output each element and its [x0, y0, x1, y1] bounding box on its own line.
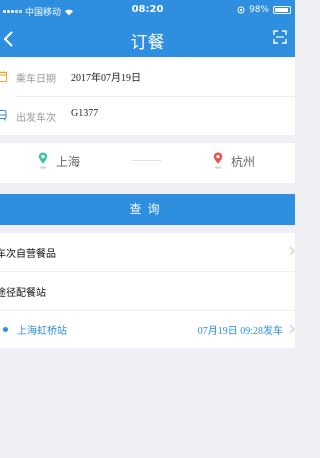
form-card: 乘车日期 2017年07月19日 出发车次 G1377	[0, 57, 295, 135]
app-header: 中国移动 08:20 98% 订餐	[0, 0, 295, 57]
stations-header-label: 途径配餐站	[0, 288, 46, 299]
orientation-lock-icon	[237, 6, 245, 14]
stations-header-row: 途径配餐站	[0, 272, 295, 310]
status-right: 98%	[237, 5, 291, 15]
route-line	[132, 160, 162, 161]
chevron-right-icon	[289, 246, 295, 256]
stop-time: 07月19日 09:28发车	[197, 326, 283, 337]
page-title: 订餐	[130, 33, 165, 53]
from-station-name: 上海	[56, 154, 81, 169]
date-row[interactable]: 乘车日期 2017年07月19日	[0, 57, 295, 96]
onboard-meals-label: 车次自营餐品	[0, 249, 56, 260]
map-pin-icon	[38, 152, 48, 169]
calendar-icon	[0, 71, 7, 82]
battery-icon	[273, 6, 291, 14]
stop-dot-icon	[3, 327, 8, 332]
stop-name: 上海虹桥站	[17, 326, 67, 337]
status-bar: 中国移动 08:20 98%	[0, 0, 295, 20]
map-pin-icon	[213, 152, 223, 169]
onboard-meals-row[interactable]: 车次自营餐品	[0, 233, 295, 271]
chevron-right-icon	[289, 324, 295, 334]
train-icon	[0, 110, 7, 121]
to-station-name: 杭州	[231, 154, 256, 169]
train-label: 出发车次	[16, 113, 56, 124]
scan-icon[interactable]	[273, 30, 287, 44]
train-value: G1377	[71, 108, 99, 119]
query-button[interactable]: 查询	[0, 194, 295, 225]
train-row[interactable]: 出发车次 G1377	[0, 96, 295, 135]
date-label: 乘车日期	[16, 74, 56, 85]
battery-percent: 98%	[248, 5, 269, 15]
to-station[interactable]: 杭州	[213, 152, 255, 170]
from-station[interactable]: 上海	[38, 152, 80, 170]
date-value: 2017年07月19日	[71, 73, 141, 84]
list-item[interactable]: 上海虹桥站 07月19日 09:28发车	[0, 311, 295, 348]
